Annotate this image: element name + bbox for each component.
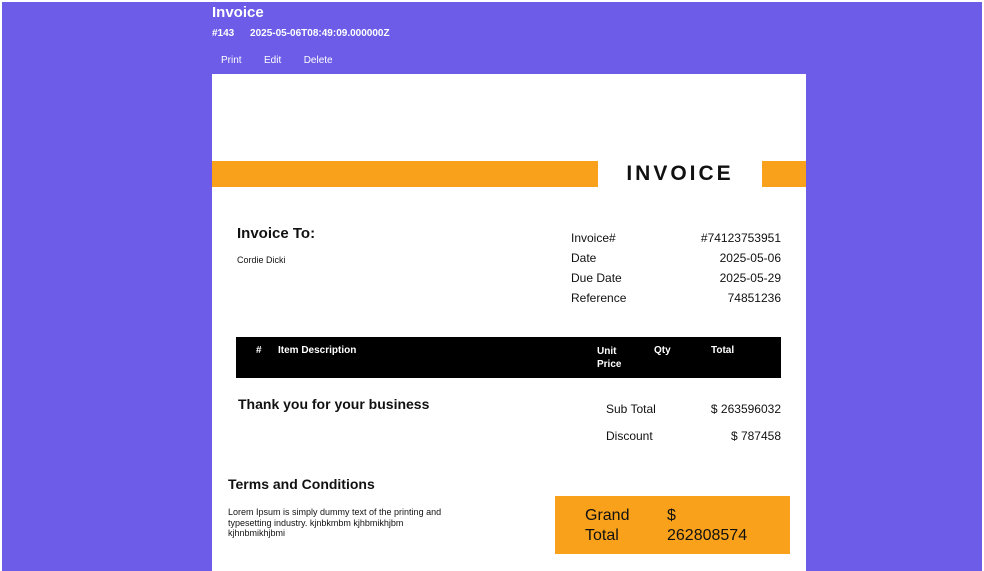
grand-label-line-2: Total [585, 527, 619, 544]
column-header-qty: Qty [654, 345, 671, 356]
meta-row-date: Date 2025-05-06 [571, 251, 781, 271]
invoice-timestamp: 2025-05-06T08:49:09.000000Z [250, 28, 390, 39]
discount-row: Discount $ 787458 [606, 429, 781, 443]
meta-value: #74123753951 [700, 231, 781, 245]
meta-value: 2025-05-29 [719, 271, 781, 285]
column-header-unit-price: Unit Price [597, 345, 621, 371]
discount-label: Discount [606, 429, 653, 443]
thank-you-message: Thank you for your business [238, 396, 430, 412]
action-bar: Print Edit Delete [212, 50, 342, 68]
discount-value: $ 787458 [730, 429, 781, 443]
bill-to-name: Cordie Dicki [237, 255, 286, 265]
print-button[interactable]: Print [212, 55, 251, 66]
edit-button[interactable]: Edit [255, 55, 290, 66]
invoice-document: INVOICE Invoice To: Cordie Dicki Invoice… [212, 74, 806, 571]
items-table-header: # Item Description Unit Price Qty Total [236, 337, 781, 378]
grand-total-value: 262808574 [667, 527, 748, 544]
invoice-id: #143 [212, 28, 235, 39]
invoice-heading: INVOICE [626, 162, 734, 185]
sub-total-row: Sub Total $ 263596032 [606, 402, 781, 416]
column-header-total: Total [711, 345, 735, 356]
terms-title: Terms and Conditions [228, 476, 375, 492]
grand-label-line-1: Grand [585, 507, 630, 524]
invoice-meta-table: Invoice# #74123753951 Date 2025-05-06 Du… [571, 231, 781, 311]
page-title: Invoice [212, 4, 264, 21]
column-header-number: # [256, 345, 262, 356]
grand-total-label: Grand Total [585, 506, 645, 546]
grand-total-amount: $ 262808574 [667, 506, 747, 546]
delete-button[interactable]: Delete [295, 55, 342, 66]
sub-total-value: $ 263596032 [710, 402, 781, 416]
meta-label: Reference [571, 291, 627, 305]
terms-text: Lorem Ipsum is simply dummy text of the … [228, 507, 442, 538]
grand-total-box: Grand Total $ 262808574 [555, 496, 790, 554]
meta-label: Invoice# [571, 231, 616, 245]
meta-value: 2025-05-06 [719, 251, 781, 265]
meta-value: 74851236 [727, 291, 781, 305]
sub-total-label: Sub Total [606, 402, 656, 416]
grand-total-currency: $ [667, 507, 676, 524]
unit-price-line-2: Price [597, 359, 622, 370]
meta-label: Date [571, 251, 597, 265]
unit-price-line-1: Unit [597, 346, 617, 357]
meta-row-reference: Reference 74851236 [571, 291, 781, 311]
meta-label: Due Date [571, 271, 622, 285]
column-header-description: Item Description [278, 345, 357, 356]
bill-to-title: Invoice To: [237, 225, 316, 242]
invoice-meta: #143 2025-05-06T08:49:09.000000Z [212, 28, 403, 39]
meta-row-invoice-number: Invoice# #74123753951 [571, 231, 781, 251]
screen: Invoice #143 2025-05-06T08:49:09.000000Z… [0, 0, 984, 571]
meta-row-due-date: Due Date 2025-05-29 [571, 271, 781, 291]
header-band-left [212, 161, 598, 187]
header-band-right [762, 161, 806, 187]
